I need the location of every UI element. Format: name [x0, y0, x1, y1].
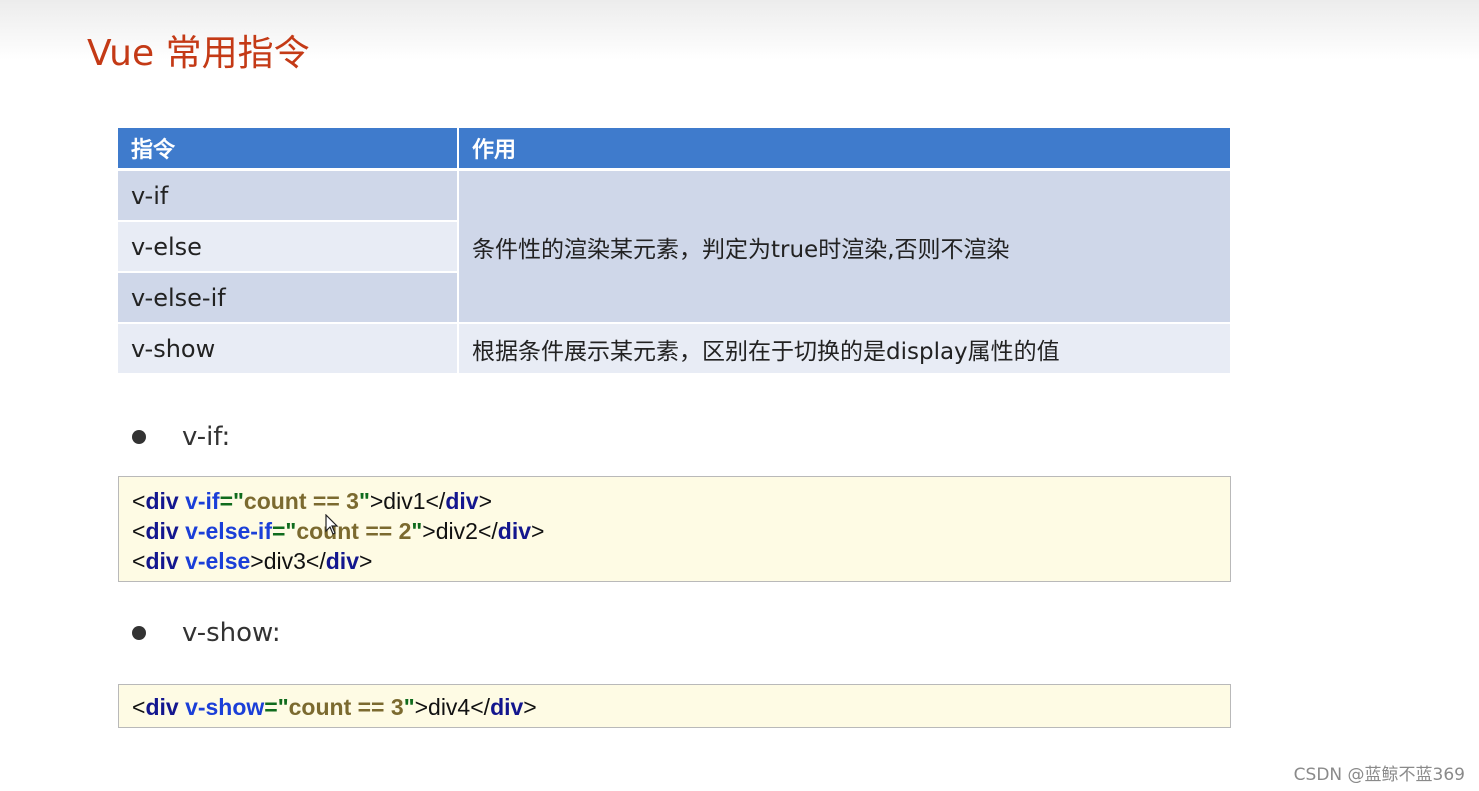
directive-cell: v-show — [118, 324, 459, 375]
code-token: v-show — [185, 694, 265, 720]
code-token: v-else-if — [185, 518, 272, 544]
code-token: " — [411, 518, 423, 544]
code-token: < — [132, 488, 146, 514]
code-token: </ — [470, 694, 491, 720]
page-title: Vue 常用指令 — [87, 33, 310, 74]
code-token: div3 — [263, 548, 306, 574]
code-token: div2 — [435, 518, 478, 544]
table-row: v-if 条件性的渲染某元素，判定为true时渲染,否则不渲染 — [118, 171, 1230, 324]
code-token: div — [145, 488, 179, 514]
code-line: <div v-show="count == 3">div4</div> — [132, 692, 1230, 722]
table-header-row: 指令 作用 — [118, 128, 1230, 171]
directive-cell: v-else — [118, 222, 459, 273]
description-cell: 条件性的渲染某元素，判定为true时渲染,否则不渲染 — [459, 171, 1230, 324]
code-token: < — [132, 694, 146, 720]
code-token: v-if — [185, 488, 220, 514]
code-token: < — [132, 548, 146, 574]
code-token: div — [145, 694, 179, 720]
code-token: =" — [264, 694, 289, 720]
code-token: " — [358, 488, 370, 514]
code-token: =" — [272, 518, 297, 544]
bullet-dot-icon — [132, 430, 146, 444]
code-token: div — [445, 488, 479, 514]
bullet-v-show: v-show: — [132, 618, 281, 648]
table-row: v-show 根据条件展示某元素，区别在于切换的是display属性的值 — [118, 324, 1230, 375]
code-line: <div v-else-if="count == 2">div2</div> — [132, 516, 1230, 546]
code-token: =" — [219, 488, 244, 514]
code-token: count == 2 — [296, 518, 412, 544]
code-line: <div v-else>div3</div> — [132, 546, 1230, 576]
code-token: </ — [477, 518, 498, 544]
code-token: div — [497, 518, 531, 544]
code-token: > — [358, 548, 373, 574]
directives-table: 指令 作用 v-if 条件性的渲染某元素，判定为true时渲染,否则不渲染 v-… — [118, 128, 1230, 375]
code-token: " — [403, 694, 415, 720]
code-block-v-show: <div v-show="count == 3">div4</div> — [118, 684, 1231, 728]
directive-cell: v-else-if — [118, 273, 459, 324]
code-token: div — [145, 518, 179, 544]
code-token: div — [325, 548, 359, 574]
code-line: <div v-if="count == 3">div1</div> — [132, 486, 1230, 516]
code-token: > — [478, 488, 492, 514]
code-token: div — [490, 694, 524, 720]
code-token: > — [523, 694, 537, 720]
code-token: > — [250, 548, 264, 574]
code-token: > — [414, 694, 429, 720]
code-token: > — [369, 488, 384, 514]
watermark: CSDN @蓝鲸不蓝369 — [1293, 765, 1465, 785]
directive-cell: v-if — [118, 171, 459, 222]
code-block-v-if: <div v-if="count == 3">div1</div> <div v… — [118, 476, 1231, 582]
code-token: div1 — [383, 488, 426, 514]
code-token: div4 — [428, 694, 471, 720]
description-cell: 根据条件展示某元素，区别在于切换的是display属性的值 — [459, 324, 1230, 375]
code-token: count == 3 — [288, 694, 404, 720]
slide: Vue 常用指令 指令 作用 v-if 条件性的渲染某元素，判定为true时渲染… — [0, 0, 1479, 791]
bullet-v-if: v-if: — [132, 422, 230, 452]
code-token: v-else — [185, 548, 251, 574]
code-token: </ — [305, 548, 326, 574]
bullet-dot-icon — [132, 626, 146, 640]
bullet-label: v-show: — [182, 618, 281, 648]
code-token: > — [531, 518, 545, 544]
bullet-label: v-if: — [182, 422, 231, 452]
header-purpose: 作用 — [459, 128, 1230, 171]
code-token: < — [132, 518, 146, 544]
code-token: </ — [425, 488, 446, 514]
code-token: > — [422, 518, 436, 544]
code-token: div — [145, 548, 179, 574]
code-token: count == 3 — [243, 488, 359, 514]
header-directive: 指令 — [118, 128, 459, 171]
